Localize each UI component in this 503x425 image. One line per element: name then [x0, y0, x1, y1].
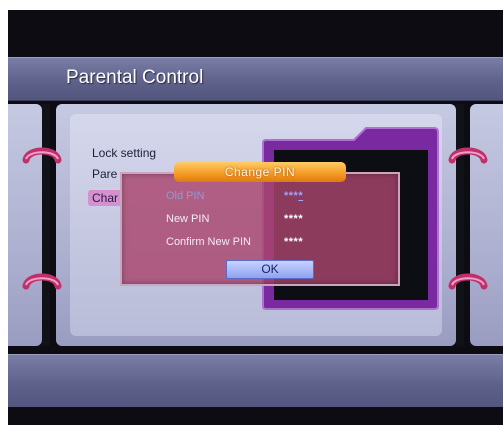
menu-item-parental[interactable]: Pare [92, 167, 117, 181]
old-pin-value: *** [284, 190, 299, 202]
hook-icon [448, 273, 488, 290]
panel-divider-right [456, 104, 464, 346]
old-pin-field[interactable]: **** [284, 190, 303, 202]
menu-item-change-pin[interactable]: Char [88, 190, 123, 206]
hook-icon [22, 147, 62, 164]
panel-divider-left [42, 104, 50, 346]
hook-icon [22, 273, 62, 290]
new-pin-label: New PIN [166, 213, 210, 225]
confirm-new-pin-field[interactable]: **** [284, 236, 303, 248]
title-bar: Parental Control [8, 57, 503, 101]
tv-screen: Parental Control Lock setting Pare Char … [8, 10, 503, 425]
pin-cursor: * [298, 190, 304, 202]
left-side-panel [8, 104, 42, 346]
menu-item-lock-setting[interactable]: Lock setting [92, 146, 156, 160]
confirm-new-pin-label: Confirm New PIN [166, 236, 251, 248]
new-pin-field[interactable]: **** [284, 213, 303, 225]
page-title: Parental Control [66, 67, 204, 88]
ok-button[interactable]: OK [226, 260, 314, 279]
hook-icon [448, 147, 488, 164]
right-side-panel [470, 104, 503, 346]
dialog-title: Change PIN [174, 162, 346, 182]
old-pin-label: Old PIN [166, 190, 205, 202]
bottom-bar [8, 354, 503, 407]
